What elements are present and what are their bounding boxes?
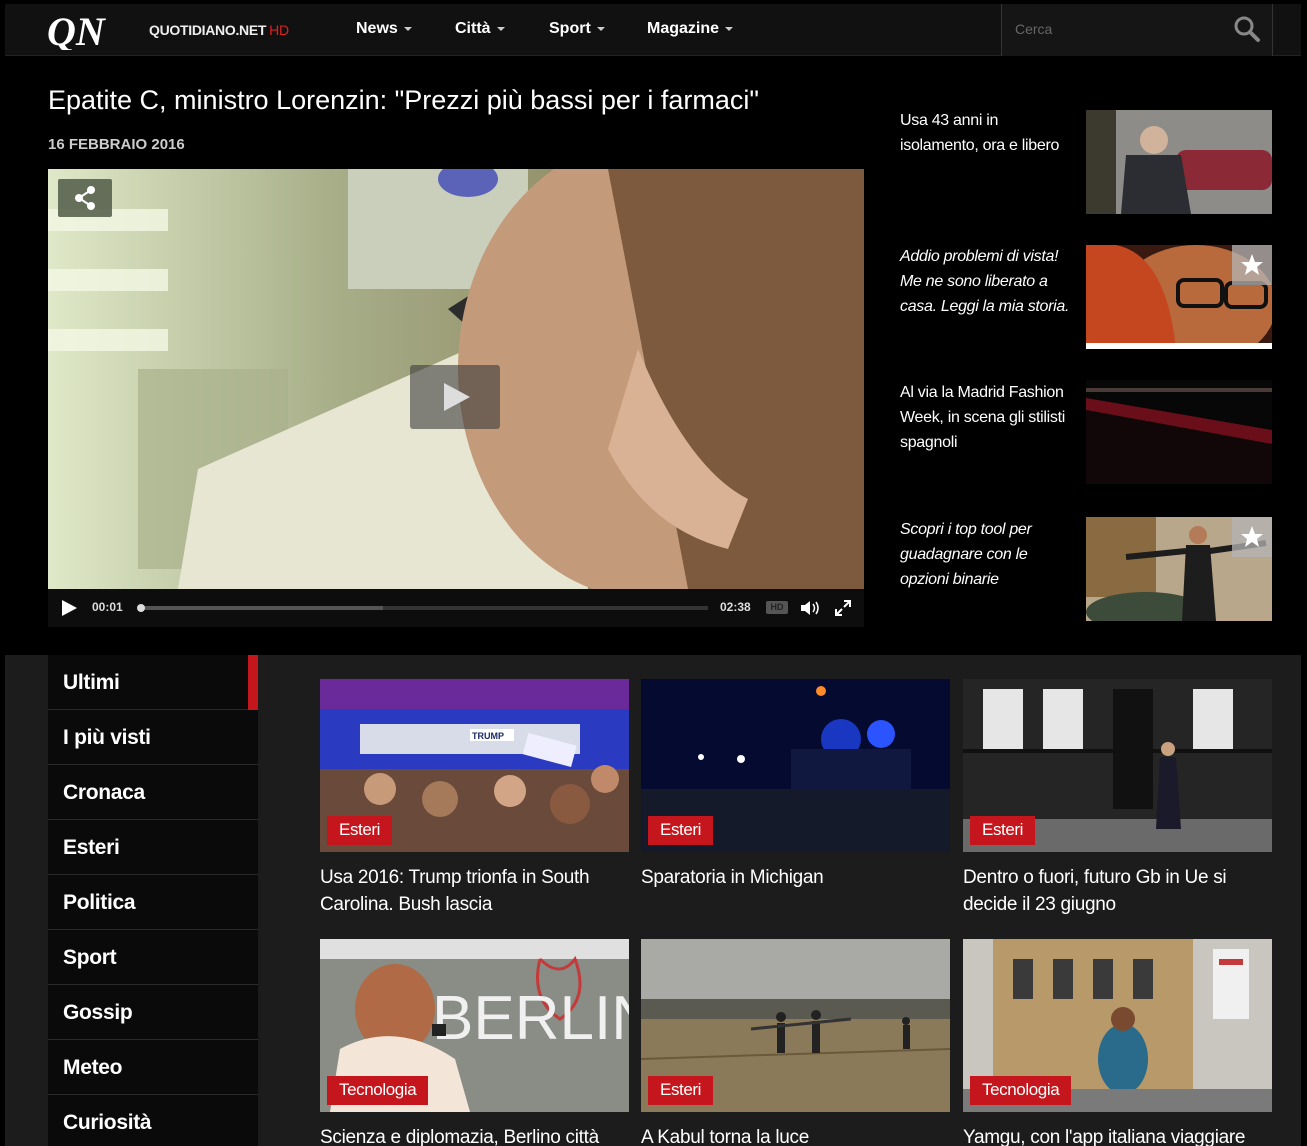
search-box	[1001, 4, 1273, 56]
category-tag: Tecnologia	[970, 1076, 1072, 1105]
card-thumbnail[interactable]: Tecnologia	[963, 939, 1272, 1112]
side-item-thumbnail[interactable]	[1086, 245, 1272, 349]
card-title[interactable]: A Kabul torna la luce	[641, 1124, 950, 1146]
chevron-down-icon	[725, 26, 734, 31]
category-tag: Esteri	[648, 816, 714, 845]
category-gossip[interactable]: Gossip	[48, 985, 258, 1040]
category-piu-visti[interactable]: I più visti	[48, 710, 258, 765]
category-menu: Ultimi I più visti Cronaca Esteri Politi…	[48, 655, 258, 1146]
card-thumbnail[interactable]: Esteri	[641, 679, 950, 852]
big-play-button[interactable]	[410, 365, 500, 429]
card-thumbnail[interactable]: TRUMP Esteri	[320, 679, 629, 852]
progress-handle[interactable]	[137, 604, 146, 612]
volume-icon[interactable]	[800, 599, 822, 617]
card-title[interactable]: Yamgu, con l'app italiana viaggiare	[963, 1124, 1272, 1146]
svg-text:QN: QN	[47, 12, 107, 50]
current-time: 00:01	[92, 600, 123, 614]
play-icon[interactable]	[60, 599, 78, 617]
share-icon	[75, 186, 95, 210]
category-ultimi[interactable]: Ultimi	[48, 655, 258, 710]
category-sport[interactable]: Sport	[48, 930, 258, 985]
sponsored-badge	[1232, 245, 1272, 285]
fullscreen-icon[interactable]	[834, 599, 852, 617]
card-title[interactable]: Sparatoria in Michigan	[641, 864, 950, 891]
thumbnail-image	[1086, 380, 1272, 484]
qn-logo[interactable]: QN	[47, 12, 137, 50]
nav-sport[interactable]: Sport	[549, 20, 605, 38]
category-politica[interactable]: Politica	[48, 875, 258, 930]
sponsored-badge	[1232, 517, 1272, 557]
play-icon	[444, 383, 470, 411]
svg-text:TRUMP: TRUMP	[472, 731, 504, 741]
video-player[interactable]	[48, 169, 864, 589]
side-item-thumbnail[interactable]	[1086, 380, 1272, 484]
card-title[interactable]: Usa 2016: Trump trionfa in South Carolin…	[320, 864, 629, 918]
buffer-bar	[138, 606, 384, 610]
chevron-down-icon	[596, 26, 605, 31]
search-input[interactable]	[1010, 14, 1220, 44]
star-icon	[1241, 254, 1263, 275]
hd-label: HD	[269, 22, 289, 38]
side-item-thumbnail[interactable]	[1086, 517, 1272, 621]
category-curiosita[interactable]: Curiosità	[48, 1095, 258, 1146]
card-thumbnail[interactable]: Esteri	[963, 679, 1272, 852]
category-cronaca[interactable]: Cronaca	[48, 765, 258, 820]
card-thumbnail[interactable]: Esteri	[641, 939, 950, 1112]
top-navbar: QN QUOTIDIANO.NET HD News Città Sport Mag…	[5, 4, 1301, 56]
card-thumbnail[interactable]: BERLIN Tecnologia	[320, 939, 629, 1112]
duration: 02:38	[720, 600, 751, 614]
hd-toggle[interactable]: HD	[766, 601, 788, 614]
thumbnail-image	[1086, 110, 1272, 214]
brand-name[interactable]: QUOTIDIANO.NET HD	[149, 22, 289, 38]
side-item-thumbnail[interactable]	[1086, 110, 1272, 214]
share-button[interactable]	[58, 179, 112, 217]
hero-title[interactable]: Epatite C, ministro Lorenzin: "Prezzi pi…	[48, 85, 759, 116]
side-item-title[interactable]: Addio problemi di vista! Me ne sono libe…	[900, 244, 1072, 319]
chevron-down-icon	[496, 26, 505, 31]
category-tag: Esteri	[648, 1076, 714, 1105]
side-item-title[interactable]: Usa 43 anni in isolamento, ora e libero	[900, 108, 1072, 158]
video-controls: 00:01 02:38 HD	[48, 589, 864, 627]
card-title[interactable]: Scienza e diplomazia, Berlino città	[320, 1124, 629, 1146]
svg-text:BERLIN: BERLIN	[432, 984, 629, 1053]
progress-bar[interactable]	[137, 604, 708, 612]
category-tag: Esteri	[327, 816, 393, 845]
latest-section: Ultimi I più visti Cronaca Esteri Politi…	[5, 655, 1301, 1146]
category-tag: Esteri	[970, 816, 1036, 845]
hero-date: 16 FEBBRAIO 2016	[48, 136, 185, 153]
nav-news[interactable]: News	[356, 20, 412, 38]
star-icon	[1241, 526, 1263, 547]
nav-citta[interactable]: Città	[455, 20, 505, 38]
category-tag: Tecnologia	[327, 1076, 429, 1105]
category-meteo[interactable]: Meteo	[48, 1040, 258, 1095]
nav-magazine[interactable]: Magazine	[647, 20, 734, 38]
side-item-title[interactable]: Scopri i top tool per guadagnare con le …	[900, 517, 1072, 592]
search-icon[interactable]	[1230, 12, 1264, 46]
card-title[interactable]: Dentro o fuori, futuro Gb in Ue si decid…	[963, 864, 1272, 918]
side-item-title[interactable]: Al via la Madrid Fashion Week, in scena …	[900, 380, 1072, 455]
category-esteri[interactable]: Esteri	[48, 820, 258, 875]
chevron-down-icon	[403, 26, 412, 31]
